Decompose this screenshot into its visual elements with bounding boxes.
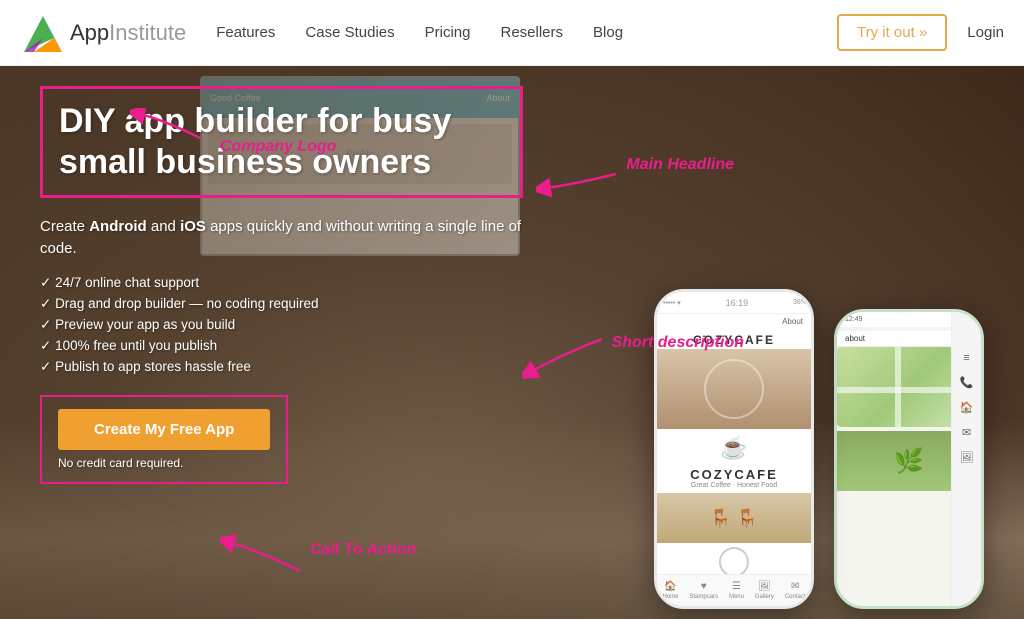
login-button[interactable]: Login [967, 24, 1004, 41]
gallery-footer-icon: 🖼 [758, 581, 771, 592]
create-app-button[interactable]: Create My Free App [58, 409, 270, 450]
features-list: 24/7 online chat support Drag and drop b… [40, 275, 523, 375]
phone-back: 12:49 51% about ↗ 🌿 ≡ 📞 [834, 309, 984, 609]
annotation-main-headline: Main Headline [626, 156, 734, 174]
contact-footer-icon: ✉ [791, 581, 799, 592]
footer-contact: ✉ Contact [785, 581, 806, 600]
home-icon: 🏠 [960, 401, 974, 414]
nav-resellers[interactable]: Resellers [500, 24, 563, 41]
logo-text: AppInstitute [70, 20, 186, 46]
cafe-nav-bar: About [657, 314, 811, 329]
arrow-headline [536, 164, 616, 204]
nav-pricing[interactable]: Pricing [425, 24, 471, 41]
footer-menu: ☰ Menu [729, 581, 744, 600]
arrow-short-desc [522, 334, 602, 384]
logo-area: AppInstitute [20, 10, 186, 56]
home-button[interactable] [719, 547, 749, 577]
home-footer-icon: 🏠 [664, 581, 676, 592]
annotation-company-logo: Company Logo [220, 138, 336, 156]
hero-section: Good Coffee About Profile DIY app builde… [0, 66, 1024, 619]
nav-features[interactable]: Features [216, 24, 275, 41]
nav-blog[interactable]: Blog [593, 24, 623, 41]
cafe-interior-image: 🪑🪑 [657, 493, 811, 543]
menu-footer-icon: ☰ [732, 581, 741, 592]
company-logo-icon [20, 10, 66, 56]
feature-item: 100% free until you publish [40, 338, 523, 354]
short-description: Create Android and iOS apps quickly and … [40, 216, 523, 261]
gallery-icon: 🖼 [960, 451, 974, 464]
feature-item: Publish to app stores hassle free [40, 359, 523, 375]
navbar: AppInstitute Features Case Studies Prici… [0, 0, 1024, 66]
email-icon: ✉ [962, 426, 971, 439]
annotation-cta: Call To Action [310, 541, 416, 559]
call-icon: 📞 [960, 376, 974, 389]
phone-status-bar: ••••• ▾ 16:19 38% [657, 292, 811, 314]
cafe-footer-nav: 🏠 Home ♥ Stampcars ☰ Menu 🖼 Gallery ✉ [657, 574, 811, 606]
annotation-short-desc: Short description [612, 334, 744, 352]
cafe-brand: COZYCAFE Great Coffee · Honest Food [657, 463, 811, 493]
cta-box: Create My Free App No credit card requir… [40, 395, 288, 484]
feature-item: Drag and drop builder — no coding requir… [40, 296, 523, 312]
no-credit-text: No credit card required. [58, 456, 270, 470]
ios-text: iOS [180, 218, 206, 235]
nav-case-studies[interactable]: Case Studies [305, 24, 394, 41]
cafe-cup-area: ☕ [657, 429, 811, 463]
coffee-cup-icon: ☕ [657, 435, 811, 461]
nav-links: Features Case Studies Pricing Resellers … [216, 24, 837, 41]
back-phone-sidebar: ≡ 📞 🏠 ✉ 🖼 [951, 312, 981, 606]
feature-item: Preview your app as you build [40, 317, 523, 333]
feature-item: 24/7 online chat support [40, 275, 523, 291]
cafe-hero-image [657, 349, 811, 429]
cafe-logo-circle [704, 359, 764, 419]
footer-home: 🏠 Home [662, 581, 678, 600]
try-it-out-button[interactable]: Try it out » [837, 14, 947, 51]
hero-content: DIY app builder for busy small business … [0, 66, 563, 504]
stamp-footer-icon: ♥ [701, 581, 707, 592]
footer-stampcars: ♥ Stampcars [689, 581, 718, 600]
android-text: Android [89, 218, 147, 235]
arrow-cta [220, 531, 300, 581]
arrow-company-logo [130, 108, 210, 148]
directions-icon: ≡ [963, 352, 969, 364]
footer-gallery: 🖼 Gallery [755, 581, 774, 600]
